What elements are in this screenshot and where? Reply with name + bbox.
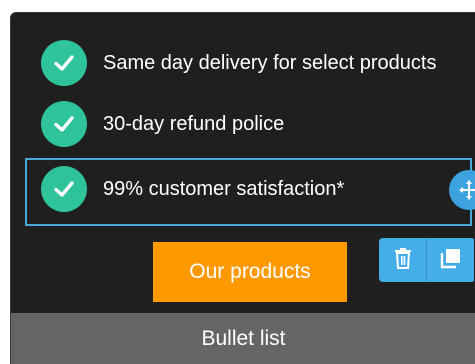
bullet-text: 99% customer satisfaction* [103,177,345,200]
element-toolbar [379,238,475,282]
bullet-text: 30-day refund police [103,112,285,135]
bullet-text: Same day delivery for select products [103,51,437,74]
caption-bar: Bullet list [11,313,475,364]
checkmark-icon [41,101,87,147]
bullet-item[interactable]: Same day delivery for select products [41,40,437,86]
delete-button[interactable] [379,238,426,282]
bullet-item-selected[interactable]: 99% customer satisfaction* [41,166,344,212]
our-products-button[interactable]: Our products [153,242,347,302]
checkmark-icon [41,166,87,212]
trash-icon [393,247,413,274]
duplicate-button[interactable] [426,238,474,282]
duplicate-icon [440,247,462,274]
checkmark-icon [41,40,87,86]
bullet-item[interactable]: 30-day refund police [41,101,284,147]
editor-canvas: Same day delivery for select products 30… [10,12,475,364]
